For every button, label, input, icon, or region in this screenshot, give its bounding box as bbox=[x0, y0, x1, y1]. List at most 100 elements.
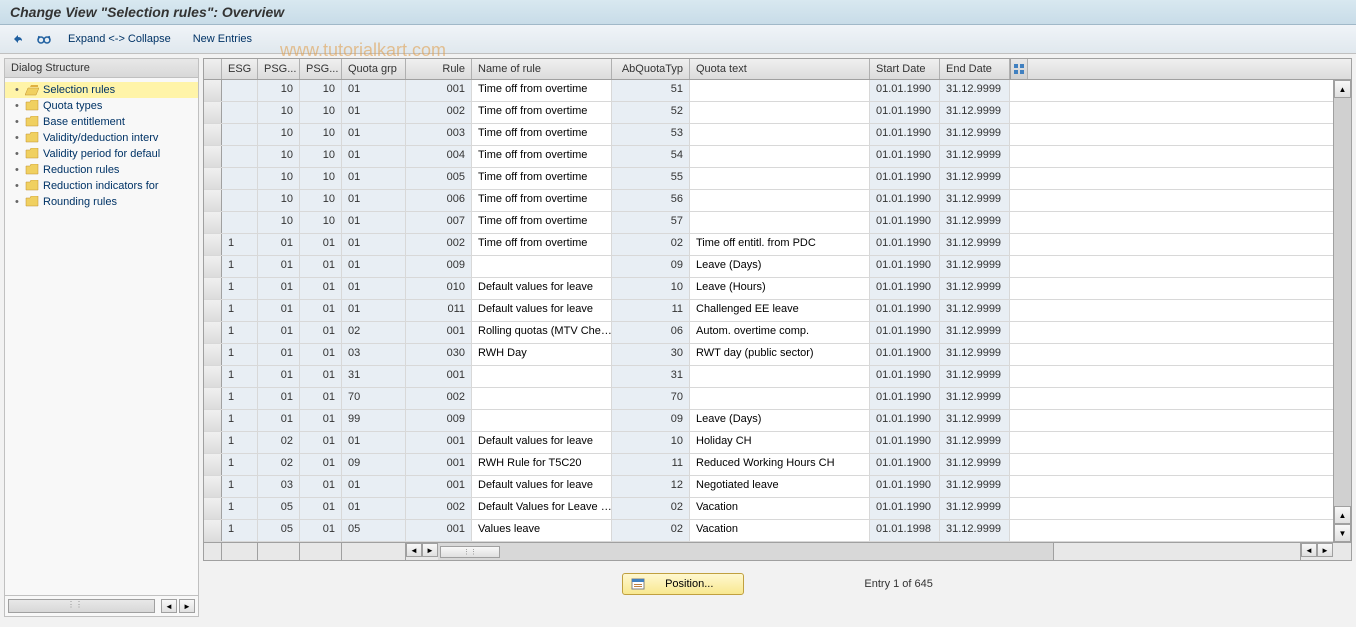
column-name[interactable]: Name of rule bbox=[472, 59, 612, 79]
hscroll-thumb[interactable]: ⋮⋮ bbox=[440, 546, 500, 558]
column-quota-text[interactable]: Quota text bbox=[690, 59, 870, 79]
cell-name[interactable]: Time off from overtime bbox=[472, 80, 612, 101]
row-selector[interactable] bbox=[204, 168, 222, 189]
column-quota-grp[interactable]: Quota grp bbox=[342, 59, 406, 79]
cell-quota-text[interactable] bbox=[690, 212, 870, 233]
row-selector[interactable] bbox=[204, 190, 222, 211]
cell-quota-text[interactable] bbox=[690, 168, 870, 189]
row-selector[interactable] bbox=[204, 322, 222, 343]
expand-collapse-button[interactable]: Expand <-> Collapse bbox=[62, 31, 177, 47]
cell-quota-text[interactable] bbox=[690, 102, 870, 123]
cell-name[interactable] bbox=[472, 410, 612, 431]
row-selector[interactable] bbox=[204, 410, 222, 431]
cell-quota-text[interactable]: Autom. overtime comp. bbox=[690, 322, 870, 343]
row-selector[interactable] bbox=[204, 300, 222, 321]
cell-quota-text[interactable] bbox=[690, 366, 870, 387]
tree-item[interactable]: • Validity period for defaul bbox=[5, 146, 198, 162]
cell-name[interactable]: Time off from overtime bbox=[472, 124, 612, 145]
hscroll-right-icon[interactable]: ► bbox=[422, 543, 438, 557]
row-selector[interactable] bbox=[204, 124, 222, 145]
column-end-date[interactable]: End Date bbox=[940, 59, 1010, 79]
scroll-up2-icon[interactable]: ▲ bbox=[1334, 506, 1351, 524]
column-abquotatyp[interactable]: AbQuotaTyp bbox=[612, 59, 690, 79]
cell-quota-text[interactable]: Leave (Hours) bbox=[690, 278, 870, 299]
hscroll-right2-icon[interactable]: ► bbox=[1317, 543, 1333, 557]
row-selector[interactable] bbox=[204, 212, 222, 233]
cell-name[interactable]: Time off from overtime bbox=[472, 190, 612, 211]
row-selector[interactable] bbox=[204, 256, 222, 277]
tree-item[interactable]: • Base entitlement bbox=[5, 114, 198, 130]
cell-quota-text[interactable]: Reduced Working Hours CH bbox=[690, 454, 870, 475]
cell-name[interactable]: RWH Day bbox=[472, 344, 612, 365]
row-selector[interactable] bbox=[204, 476, 222, 497]
cell-quota-text[interactable]: Time off entitl. from PDC bbox=[690, 234, 870, 255]
tree-item[interactable]: • Selection rules bbox=[5, 82, 198, 98]
tree-item[interactable]: • Validity/deduction interv bbox=[5, 130, 198, 146]
cell-name[interactable]: Default Values for Leave … bbox=[472, 498, 612, 519]
hscroll-track-1[interactable]: ⋮⋮ bbox=[438, 543, 1053, 560]
scroll-down-icon[interactable]: ▼ bbox=[1334, 524, 1351, 542]
cell-name[interactable]: Time off from overtime bbox=[472, 212, 612, 233]
row-selector[interactable] bbox=[204, 234, 222, 255]
row-selector[interactable] bbox=[204, 432, 222, 453]
cell-quota-text[interactable]: RWT day (public sector) bbox=[690, 344, 870, 365]
cell-name[interactable]: Default values for leave bbox=[472, 432, 612, 453]
cell-quota-text[interactable]: Leave (Days) bbox=[690, 410, 870, 431]
select-all-header[interactable] bbox=[204, 59, 222, 79]
tree-item[interactable]: • Rounding rules bbox=[5, 194, 198, 210]
undo-icon[interactable] bbox=[10, 31, 26, 47]
cell-name[interactable]: Default values for leave bbox=[472, 278, 612, 299]
column-start-date[interactable]: Start Date bbox=[870, 59, 940, 79]
cell-name[interactable]: Time off from overtime bbox=[472, 146, 612, 167]
cell-name[interactable]: Time off from overtime bbox=[472, 234, 612, 255]
row-selector[interactable] bbox=[204, 102, 222, 123]
row-selector[interactable] bbox=[204, 344, 222, 365]
cell-quota-text[interactable]: Challenged EE leave bbox=[690, 300, 870, 321]
cell-name[interactable]: Values leave bbox=[472, 520, 612, 541]
row-selector[interactable] bbox=[204, 366, 222, 387]
row-selector[interactable] bbox=[204, 80, 222, 101]
column-psg2[interactable]: PSG... bbox=[300, 59, 342, 79]
cell-quota-text[interactable]: Vacation bbox=[690, 498, 870, 519]
cell-name[interactable]: Rolling quotas (MTV Che… bbox=[472, 322, 612, 343]
cell-quota-text[interactable]: Leave (Days) bbox=[690, 256, 870, 277]
cell-quota-text[interactable] bbox=[690, 80, 870, 101]
cell-name[interactable]: Time off from overtime bbox=[472, 102, 612, 123]
cell-name[interactable]: RWH Rule for T5C20 bbox=[472, 454, 612, 475]
position-button[interactable]: Position... bbox=[622, 573, 744, 595]
cell-quota-text[interactable]: Vacation bbox=[690, 520, 870, 541]
table-settings-icon[interactable] bbox=[1011, 59, 1027, 79]
cell-quota-text[interactable] bbox=[690, 190, 870, 211]
cell-name[interactable] bbox=[472, 256, 612, 277]
row-selector[interactable] bbox=[204, 146, 222, 167]
sidebar-scroll-right-icon[interactable]: ► bbox=[179, 599, 195, 613]
row-selector[interactable] bbox=[204, 498, 222, 519]
row-selector[interactable] bbox=[204, 388, 222, 409]
column-esg[interactable]: ESG bbox=[222, 59, 258, 79]
cell-name[interactable] bbox=[472, 366, 612, 387]
cell-name[interactable] bbox=[472, 388, 612, 409]
cell-quota-text[interactable]: Holiday CH bbox=[690, 432, 870, 453]
cell-quota-text[interactable]: Negotiated leave bbox=[690, 476, 870, 497]
glasses-icon[interactable] bbox=[36, 31, 52, 47]
column-psg1[interactable]: PSG... bbox=[258, 59, 300, 79]
hscroll-left2-icon[interactable]: ◄ bbox=[1301, 543, 1317, 557]
sidebar-scroll-track[interactable] bbox=[8, 599, 155, 613]
cell-name[interactable]: Time off from overtime bbox=[472, 168, 612, 189]
row-selector[interactable] bbox=[204, 520, 222, 541]
cell-name[interactable]: Default values for leave bbox=[472, 476, 612, 497]
tree-item[interactable]: • Reduction rules bbox=[5, 162, 198, 178]
row-selector[interactable] bbox=[204, 454, 222, 475]
new-entries-button[interactable]: New Entries bbox=[187, 31, 258, 47]
cell-quota-text[interactable] bbox=[690, 146, 870, 167]
sidebar-scroll-left-icon[interactable]: ◄ bbox=[161, 599, 177, 613]
cell-name[interactable]: Default values for leave bbox=[472, 300, 612, 321]
row-selector[interactable] bbox=[204, 278, 222, 299]
column-rule[interactable]: Rule bbox=[406, 59, 472, 79]
tree-item[interactable]: • Quota types bbox=[5, 98, 198, 114]
scroll-track[interactable] bbox=[1334, 98, 1351, 506]
scroll-up-icon[interactable]: ▲ bbox=[1334, 80, 1351, 98]
hscroll-left-icon[interactable]: ◄ bbox=[406, 543, 422, 557]
cell-quota-text[interactable] bbox=[690, 388, 870, 409]
cell-quota-text[interactable] bbox=[690, 124, 870, 145]
